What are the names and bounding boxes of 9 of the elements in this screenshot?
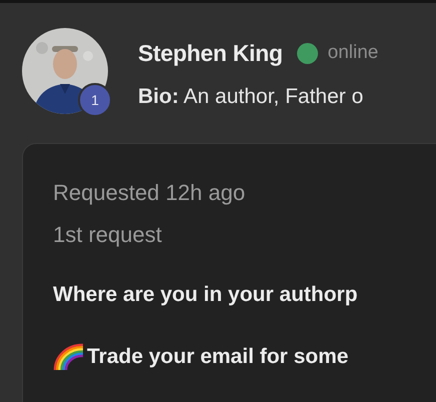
rainbow-icon [53, 342, 83, 370]
user-name: Stephen King [138, 39, 283, 68]
request-time: Requested 12h ago [53, 179, 246, 207]
request-count: 1st request [53, 221, 163, 249]
status-label: online [328, 41, 378, 65]
notification-badge: 1 [78, 83, 112, 117]
bio-text: Bio: An author, Father o [138, 84, 364, 110]
message-text: Where are you in your authorp [53, 282, 358, 308]
message-text: Trade your email for some [87, 344, 348, 370]
